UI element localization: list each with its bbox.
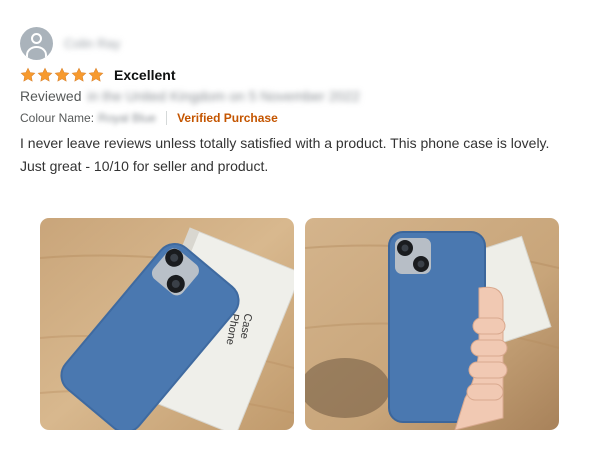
review-image-2[interactable] xyxy=(305,218,559,430)
reviewer-profile[interactable]: Colin Ray xyxy=(20,26,120,60)
review-body-line: I never leave reviews unless totally sat… xyxy=(20,135,550,151)
rating-row: Excellent xyxy=(20,64,175,86)
person-icon-head xyxy=(31,32,42,44)
review-body-line: Just great - 10/10 for seller and produc… xyxy=(20,158,269,174)
star-icon xyxy=(71,67,87,82)
colour-label: Colour Name: xyxy=(20,111,95,125)
star-icon xyxy=(88,67,104,82)
review-image-1[interactable]: Phone Case xyxy=(40,218,294,430)
colour-value: Royal Blue xyxy=(98,111,157,125)
reviewed-label: Reviewed xyxy=(20,88,82,104)
customer-review: Colin Ray Excellent Reviewed in the Unit… xyxy=(0,0,600,450)
star-rating[interactable] xyxy=(20,67,104,83)
avatar[interactable] xyxy=(20,26,53,60)
person-icon-body xyxy=(26,45,47,60)
review-date-line: Reviewed in the United Kingdom on 5 Nove… xyxy=(20,88,360,104)
divider xyxy=(166,111,168,125)
review-meta: Colour Name: Royal Blue Verified Purchas… xyxy=(20,111,278,125)
star-icon xyxy=(37,67,53,82)
star-icon xyxy=(20,67,36,82)
verified-purchase-badge[interactable]: Verified Purchase xyxy=(177,111,278,125)
review-body: I never leave reviews unless totally sat… xyxy=(20,132,595,178)
review-photo-1: Phone Case xyxy=(40,218,294,430)
review-title[interactable]: Excellent xyxy=(114,67,175,83)
reviewer-name[interactable]: Colin Ray xyxy=(64,36,120,51)
review-photo-2 xyxy=(305,218,559,430)
star-icon xyxy=(54,67,70,82)
review-location-date: in the United Kingdom on 5 November 2022 xyxy=(87,88,360,104)
